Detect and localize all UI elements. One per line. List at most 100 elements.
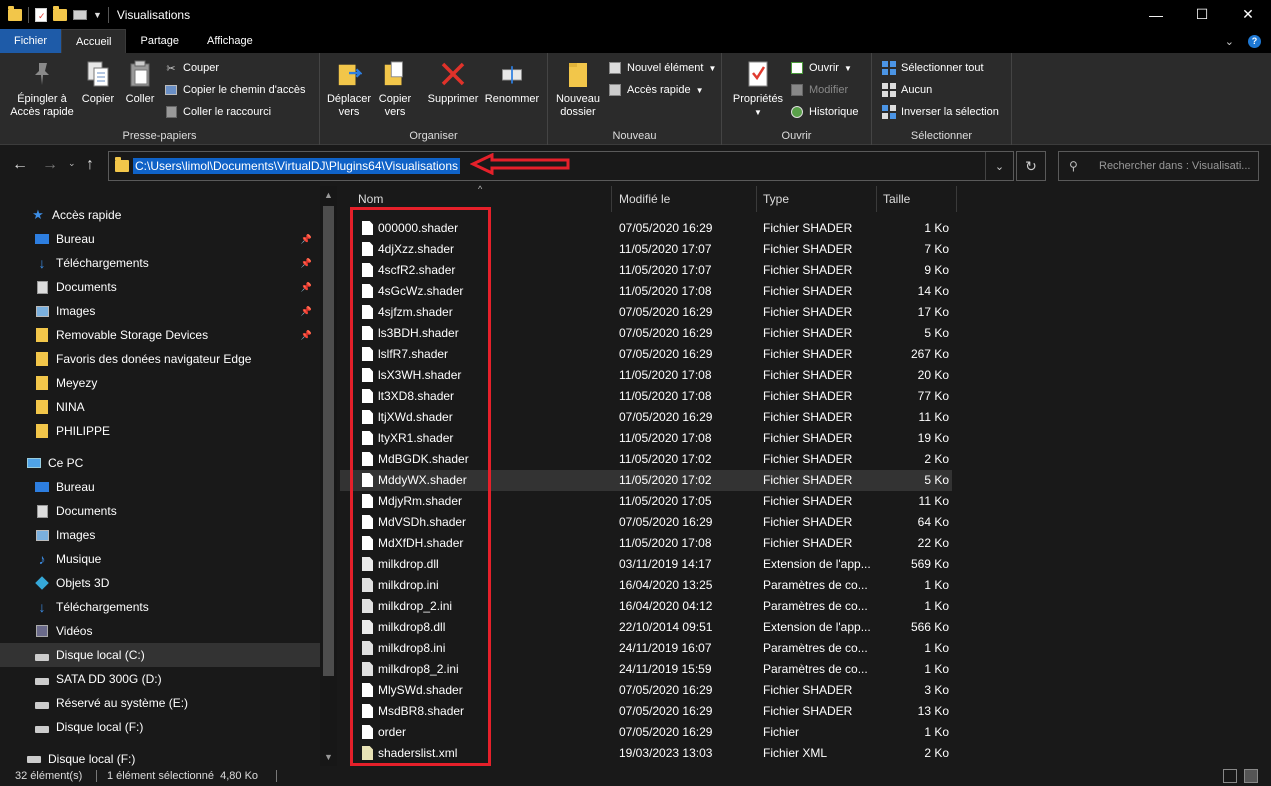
tab-view[interactable]: Affichage [193, 29, 267, 53]
forward-arrow-icon[interactable]: → [42, 156, 58, 174]
move-to-button[interactable]: Déplacer vers [324, 59, 374, 119]
column-header-name[interactable]: Nom [352, 186, 612, 212]
scroll-down-icon[interactable]: ▼ [320, 752, 337, 762]
large-icons-view-icon[interactable] [1244, 769, 1258, 783]
file-row[interactable]: 4sjfzm.shader 07/05/2020 16:29 Fichier SHA… [340, 302, 952, 323]
sidebar-item-quick-3[interactable]: Images 📌 [0, 299, 320, 323]
edit-button[interactable]: Modifier [790, 83, 848, 97]
rename-icon[interactable] [73, 9, 87, 20]
sidebar-item-pc-8[interactable]: SATA DD 300G (D:) [0, 667, 320, 691]
minimize-button[interactable]: — [1133, 0, 1179, 29]
pin-quick-access-button[interactable]: Épingler à Accès rapide [8, 59, 76, 119]
file-row[interactable]: ltyXR1.shader 11/05/2020 17:08 Fichier SHA… [340, 428, 952, 449]
invert-selection-button[interactable]: Inverser la sélection [882, 105, 999, 119]
column-header-modified[interactable]: Modifié le [613, 186, 757, 212]
file-row[interactable]: lsX3WH.shader 11/05/2020 17:08 Fichier SHA… [340, 365, 952, 386]
sidebar-item-drive-f-bottom[interactable]: Disque local (F:) [0, 747, 320, 766]
sidebar-item-pc-3[interactable]: ♪ Musique [0, 547, 320, 571]
rename-button[interactable]: Renommer [482, 59, 542, 106]
pin-icon[interactable]: 📌 [301, 234, 312, 245]
delete-button[interactable]: Supprimer [424, 59, 482, 106]
sidebar-item-pc-0[interactable]: Bureau [0, 475, 320, 499]
file-row[interactable]: milkdrop_2.ini 16/04/2020 04:12 Paramètres… [340, 596, 952, 617]
tab-share[interactable]: Partage [126, 29, 193, 53]
paste-shortcut-button[interactable]: Coller le raccourci [164, 105, 271, 119]
address-path[interactable]: C:\Users\limol\Documents\VirtualDJ\Plugi… [133, 158, 461, 174]
copy-button[interactable]: Copier [78, 59, 118, 106]
navigation-scrollbar[interactable]: ▲ ▼ [320, 186, 337, 766]
sidebar-item-pc-2[interactable]: Images [0, 523, 320, 547]
sidebar-item-pc-9[interactable]: Réservé au système (E:) [0, 691, 320, 715]
scroll-up-icon[interactable]: ▲ [320, 190, 337, 200]
select-none-button[interactable]: Aucun [882, 83, 932, 97]
file-row[interactable]: ls3BDH.shader 07/05/2020 16:29 Fichier SHA… [340, 323, 952, 344]
this-pc-item[interactable]: Ce PC [0, 451, 320, 475]
sidebar-item-pc-4[interactable]: Objets 3D [0, 571, 320, 595]
file-row[interactable]: MdjyRm.shader 11/05/2020 17:05 Fichier SHA… [340, 491, 952, 512]
easy-access-button[interactable]: Accès rapide ▼ [608, 83, 704, 97]
history-button[interactable]: Historique [790, 105, 859, 119]
file-row[interactable]: MddyWX.shader 11/05/2020 17:02 Fichier SHA… [340, 470, 952, 491]
pin-icon[interactable]: 📌 [301, 330, 312, 341]
pin-icon[interactable]: 📌 [301, 306, 312, 317]
sidebar-item-pc-5[interactable]: ↓ Téléchargements [0, 595, 320, 619]
file-row[interactable]: MlySWd.shader 07/05/2020 16:29 Fichier SHA… [340, 680, 952, 701]
file-row[interactable]: ltjXWd.shader 07/05/2020 16:29 Fichier SHA… [340, 407, 952, 428]
file-row[interactable]: milkdrop.ini 16/04/2020 13:25 Paramètres d… [340, 575, 952, 596]
file-row[interactable]: MdXfDH.shader 11/05/2020 17:08 Fichier SHA… [340, 533, 952, 554]
sidebar-item-pc-1[interactable]: Documents [0, 499, 320, 523]
cut-button[interactable]: ✂ Couper [164, 61, 219, 75]
file-row[interactable]: MsdBR8.shader 07/05/2020 16:29 Fichier SHA… [340, 701, 952, 722]
search-field[interactable]: ⚲ Rechercher dans : Visualisati... [1058, 151, 1259, 181]
file-row[interactable]: milkdrop8_2.ini 24/11/2019 15:59 Paramètre… [340, 659, 952, 680]
paste-button[interactable]: Coller [122, 59, 158, 106]
sidebar-item-quick-6[interactable]: Meyezy [0, 371, 320, 395]
copy-to-button[interactable]: Copier vers [374, 59, 416, 119]
chevron-down-icon[interactable]: ⌄ [985, 152, 1013, 180]
copy-path-button[interactable]: Copier le chemin d'accès [164, 83, 306, 97]
file-row[interactable]: milkdrop8.ini 24/11/2019 16:07 Paramètres … [340, 638, 952, 659]
new-folder-icon[interactable] [53, 5, 67, 21]
file-row[interactable]: shaderslist.xml 19/03/2023 13:03 Fichier X… [340, 743, 952, 764]
chevron-down-icon[interactable]: ⌄ [1225, 35, 1234, 48]
sidebar-item-quick-8[interactable]: PHILIPPE [0, 419, 320, 443]
file-row[interactable]: milkdrop8.dll 22/10/2014 09:51 Extension d… [340, 617, 952, 638]
file-row[interactable]: lslfR7.shader 07/05/2020 16:29 Fichier SHA… [340, 344, 952, 365]
tab-home[interactable]: Accueil [61, 29, 127, 53]
file-row[interactable]: 000000.shader 07/05/2020 16:29 Fichier SHA… [340, 218, 952, 239]
pin-icon[interactable]: 📌 [301, 258, 312, 269]
file-row[interactable]: MdVSDh.shader 07/05/2020 16:29 Fichier SHA… [340, 512, 952, 533]
column-header-type[interactable]: Type [757, 186, 877, 212]
properties-icon[interactable]: ✓ [35, 7, 47, 22]
sidebar-item-quick-1[interactable]: ↓ Téléchargements 📌 [0, 251, 320, 275]
properties-button[interactable]: Propriétés ▼ [730, 59, 786, 119]
file-row[interactable]: lt3XD8.shader 11/05/2020 17:08 Fichier SHA… [340, 386, 952, 407]
file-row[interactable]: MdBGDK.shader 11/05/2020 17:02 Fichier SHA… [340, 449, 952, 470]
back-arrow-icon[interactable]: ← [12, 156, 28, 174]
recent-locations-chevron-icon[interactable]: ⌄ [68, 158, 76, 169]
file-row[interactable]: milkdrop.dll 03/11/2019 14:17 Extension de… [340, 554, 952, 575]
quick-access-item[interactable]: ★ Accès rapide [0, 203, 320, 227]
sidebar-item-quick-5[interactable]: Favoris des donées navigateur Edge [0, 347, 320, 371]
details-view-icon[interactable] [1223, 769, 1237, 783]
new-item-button[interactable]: Nouvel élément ▼ [608, 61, 716, 75]
sidebar-item-pc-10[interactable]: Disque local (F:) [0, 715, 320, 739]
sidebar-item-quick-4[interactable]: Removable Storage Devices 📌 [0, 323, 320, 347]
file-row[interactable]: order 07/05/2020 16:29 Fichier 1 Ko [340, 722, 952, 743]
file-row[interactable]: 4sGcWz.shader 11/05/2020 17:08 Fichier SHA… [340, 281, 952, 302]
file-row[interactable]: 4scfR2.shader 11/05/2020 17:07 Fichier SHA… [340, 260, 952, 281]
sidebar-item-quick-7[interactable]: NINA [0, 395, 320, 419]
close-button[interactable]: ✕ [1225, 0, 1271, 29]
up-arrow-icon[interactable]: ↑ [86, 156, 94, 174]
column-header-size[interactable]: Taille [877, 186, 957, 212]
sidebar-item-pc-7[interactable]: Disque local (C:) [0, 643, 320, 667]
select-all-button[interactable]: Sélectionner tout [882, 61, 984, 75]
open-button[interactable]: Ouvrir ▼ [790, 61, 852, 75]
new-folder-button[interactable]: Nouveau dossier [552, 59, 604, 119]
tab-file[interactable]: Fichier [0, 29, 62, 53]
file-row[interactable]: 4djXzz.shader 11/05/2020 17:07 Fichier SHA… [340, 239, 952, 260]
help-icon[interactable]: ? [1248, 34, 1261, 48]
sidebar-item-pc-6[interactable]: Vidéos [0, 619, 320, 643]
sidebar-item-quick-0[interactable]: Bureau 📌 [0, 227, 320, 251]
scrollbar-thumb[interactable] [323, 206, 334, 676]
